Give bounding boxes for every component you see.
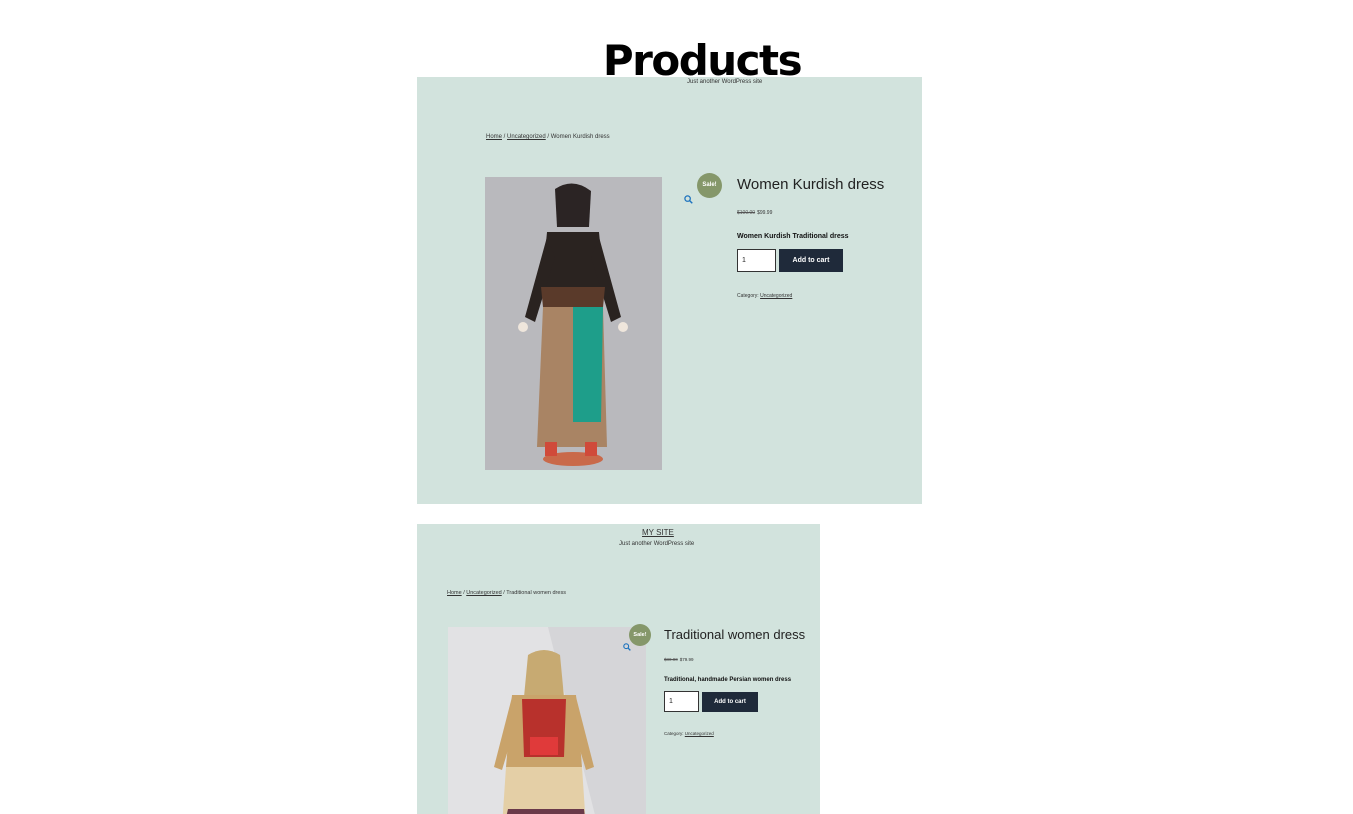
- magnifier-icon[interactable]: [623, 643, 631, 651]
- dress-illustration: [494, 627, 646, 814]
- breadcrumb-category-link[interactable]: Uncategorized: [507, 134, 546, 140]
- product-short-description: Traditional, handmade Persian women dres…: [664, 677, 792, 683]
- breadcrumb-home-link[interactable]: Home: [486, 134, 502, 140]
- site-tagline: Just another WordPress site: [687, 79, 763, 85]
- product-frame-2: MY SITE Just another WordPress site Home…: [417, 524, 820, 814]
- category-label: Category:: [664, 731, 684, 736]
- product-title: Women Kurdish dress: [737, 176, 885, 193]
- product-title: Traditional women dress: [664, 627, 806, 642]
- sale-badge: Sale!: [629, 624, 651, 646]
- dress-illustration: [518, 183, 628, 466]
- product-image[interactable]: [485, 177, 662, 470]
- magnifier-icon[interactable]: [684, 195, 693, 204]
- product-price: $80.00 $79.99: [664, 657, 694, 662]
- category-link[interactable]: Uncategorized: [685, 731, 714, 736]
- category-label: Category:: [737, 293, 759, 299]
- product-meta: Category: Uncategorized: [737, 293, 792, 299]
- site-title-link[interactable]: MY SITE: [642, 528, 674, 537]
- category-link[interactable]: Uncategorized: [760, 293, 792, 299]
- quantity-input[interactable]: 1: [664, 691, 699, 712]
- quantity-input[interactable]: 1: [737, 249, 776, 272]
- product-frame-1: Just another WordPress site Home / Uncat…: [417, 77, 922, 504]
- add-to-cart-button[interactable]: Add to cart: [779, 249, 843, 272]
- breadcrumb-home-link[interactable]: Home: [447, 590, 462, 596]
- sale-badge: Sale!: [697, 173, 722, 198]
- product-meta: Category: Uncategorized: [664, 731, 714, 736]
- breadcrumb-current: Traditional women dress: [506, 590, 566, 596]
- breadcrumb-category-link[interactable]: Uncategorized: [466, 590, 501, 596]
- price-old: $80.00: [664, 657, 678, 662]
- site-tagline: Just another WordPress site: [619, 541, 695, 547]
- product-image[interactable]: [448, 627, 646, 814]
- add-to-cart-button[interactable]: Add to cart: [702, 692, 758, 712]
- price-sale: $79.99: [679, 657, 694, 662]
- breadcrumb-current: Women Kurdish dress: [550, 134, 610, 140]
- breadcrumb: Home / Uncategorized / Traditional women…: [447, 590, 566, 596]
- product-price: $100.00 $99.99: [737, 210, 772, 216]
- product-short-description: Women Kurdish Traditional dress: [737, 233, 849, 240]
- price-old: $100.00: [737, 210, 756, 216]
- price-sale: $99.99: [757, 210, 773, 216]
- breadcrumb: Home / Uncategorized / Women Kurdish dre…: [486, 134, 610, 140]
